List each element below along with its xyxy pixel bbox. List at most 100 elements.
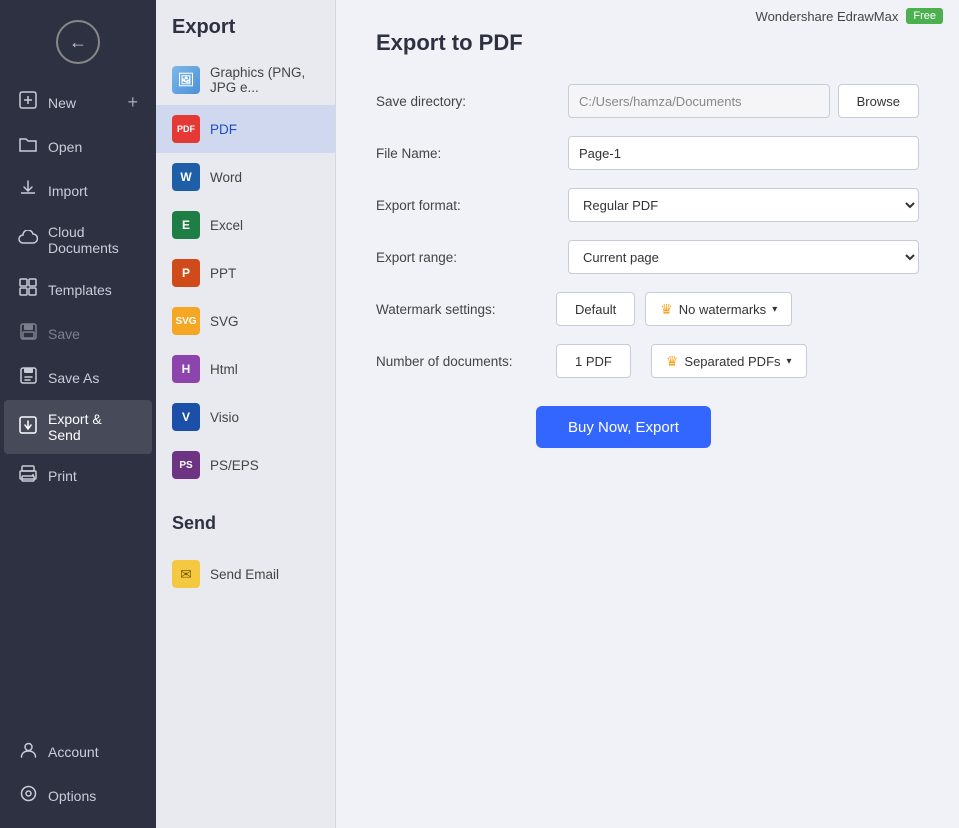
print-icon (18, 465, 38, 487)
send-list-title: Send (156, 513, 335, 550)
export-format-row: Export format: Regular PDF PDF/A PDF/X (376, 188, 919, 222)
new-icon (18, 91, 38, 114)
export-list-item-ppt[interactable]: P PPT (156, 249, 335, 297)
export-list-item-svg[interactable]: SVG SVG (156, 297, 335, 345)
sidebar-item-account[interactable]: Account (4, 730, 152, 774)
export-range-row: Export range: Current page All pages Cus… (376, 240, 919, 274)
graphics-icon: 🖼 (172, 66, 200, 94)
main-content: Export 🖼 Graphics (PNG, JPG e... PDF PDF… (156, 0, 959, 828)
export-list-item-visio[interactable]: V Visio (156, 393, 335, 441)
export-panel-title: Export (156, 16, 335, 55)
watermark-label: Watermark settings: (376, 302, 556, 317)
export-list: Export 🖼 Graphics (PNG, JPG e... PDF PDF… (156, 0, 336, 828)
docs-count-button[interactable]: 1 PDF (556, 344, 631, 378)
sidebar-item-export[interactable]: Export & Send (4, 400, 152, 454)
watermark-select-label: No watermarks (679, 302, 766, 317)
visio-icon: V (172, 403, 200, 431)
watermark-dropdown-icon: ▾ (772, 304, 777, 315)
app-layout: ← New + Open (0, 0, 959, 828)
docs-row: Number of documents: 1 PDF ♛ Separated P… (376, 344, 919, 378)
send-email-label: Send Email (210, 567, 279, 582)
sidebar-item-label: Open (48, 139, 82, 155)
docs-type-button[interactable]: ♛ Separated PDFs ▾ (651, 344, 807, 378)
sidebar-item-label: Import (48, 183, 88, 199)
sidebar-item-label: Account (48, 744, 99, 760)
templates-icon (18, 278, 38, 301)
send-email-item[interactable]: ✉ Send Email (156, 550, 335, 598)
topbar: Wondershare EdrawMax Free (740, 0, 959, 32)
export-list-item-ps[interactable]: PS PS/EPS (156, 441, 335, 489)
sidebar-item-label: Save (48, 326, 80, 342)
email-icon: ✉ (172, 560, 200, 588)
save-icon (18, 323, 38, 345)
sidebar-item-new[interactable]: New + (4, 80, 152, 125)
pdf-icon: PDF (172, 115, 200, 143)
open-icon (18, 136, 38, 157)
export-list-item-excel[interactable]: E Excel (156, 201, 335, 249)
export-list-item-graphics[interactable]: 🖼 Graphics (PNG, JPG e... (156, 55, 335, 105)
sidebar-item-templates[interactable]: Templates (4, 267, 152, 312)
docs-dropdown-icon: ▾ (787, 356, 792, 367)
sidebar-item-import[interactable]: Import (4, 168, 152, 213)
watermark-select-button[interactable]: ♛ No watermarks ▾ (645, 292, 792, 326)
sidebar-item-save[interactable]: Save (4, 312, 152, 356)
docs-label: Number of documents: (376, 354, 556, 369)
html-icon: H (172, 355, 200, 383)
watermark-row: Watermark settings: Default ♛ No waterma… (376, 292, 919, 326)
saveas-icon (18, 367, 38, 389)
file-name-input[interactable] (568, 136, 919, 170)
buy-export-button[interactable]: Buy Now, Export (536, 406, 711, 448)
sidebar-item-label: Print (48, 468, 77, 484)
excel-icon: E (172, 211, 200, 239)
export-format-select[interactable]: Regular PDF PDF/A PDF/X (568, 188, 919, 222)
watermark-default-button[interactable]: Default (556, 292, 635, 326)
ppt-icon: P (172, 259, 200, 287)
export-format-label: Export format: (376, 198, 556, 213)
sidebar-bottom: Account Options (0, 730, 156, 828)
sidebar-item-label: Export & Send (48, 411, 138, 443)
word-icon: W (172, 163, 200, 191)
sidebar-item-options[interactable]: Options (4, 774, 152, 818)
ps-icon: PS (172, 451, 200, 479)
export-list-item-word[interactable]: W Word (156, 153, 335, 201)
export-list-item-label: Graphics (PNG, JPG e... (210, 65, 319, 95)
export-icon (18, 416, 38, 439)
export-list-item-label: Html (210, 362, 238, 377)
sidebar-item-label: Templates (48, 282, 112, 298)
svg-icon: SVG (172, 307, 200, 335)
export-list-item-pdf[interactable]: PDF PDF (156, 105, 335, 153)
save-directory-input[interactable] (568, 84, 830, 118)
app-badge: Free (906, 8, 943, 24)
export-list-item-label: Excel (210, 218, 243, 233)
sidebar: ← New + Open (0, 0, 156, 828)
watermark-controls: Default ♛ No watermarks ▾ (556, 292, 792, 326)
options-icon (18, 785, 38, 807)
file-name-row: File Name: (376, 136, 919, 170)
directory-input-wrapper: Browse (568, 84, 919, 118)
back-button[interactable]: ← (56, 20, 100, 64)
sidebar-item-label: Save As (48, 370, 99, 386)
sidebar-item-cloud[interactable]: Cloud Documents (4, 213, 152, 267)
export-list-item-html[interactable]: H Html (156, 345, 335, 393)
export-list-item-label: Visio (210, 410, 239, 425)
sidebar-item-label: New (48, 95, 76, 111)
export-detail: Export to PDF Save directory: Browse Fil… (336, 0, 959, 828)
save-directory-label: Save directory: (376, 94, 556, 109)
account-icon (18, 741, 38, 763)
crown-icon: ♛ (660, 301, 673, 318)
sidebar-item-label: Cloud Documents (48, 224, 138, 256)
sidebar-item-saveas[interactable]: Save As (4, 356, 152, 400)
browse-button[interactable]: Browse (838, 84, 919, 118)
export-range-label: Export range: (376, 250, 556, 265)
docs-type-label: Separated PDFs (684, 354, 780, 369)
export-list-item-label: Word (210, 170, 242, 185)
export-list-item-label: SVG (210, 314, 239, 329)
app-brand: Wondershare EdrawMax (756, 9, 899, 24)
docs-crown-icon: ♛ (666, 353, 679, 370)
sidebar-item-open[interactable]: Open (4, 125, 152, 168)
save-directory-row: Save directory: Browse (376, 84, 919, 118)
new-plus-icon[interactable]: + (127, 92, 138, 113)
sidebar-item-print[interactable]: Print (4, 454, 152, 498)
export-range-select[interactable]: Current page All pages Custom range (568, 240, 919, 274)
export-list-item-label: PDF (210, 122, 237, 137)
